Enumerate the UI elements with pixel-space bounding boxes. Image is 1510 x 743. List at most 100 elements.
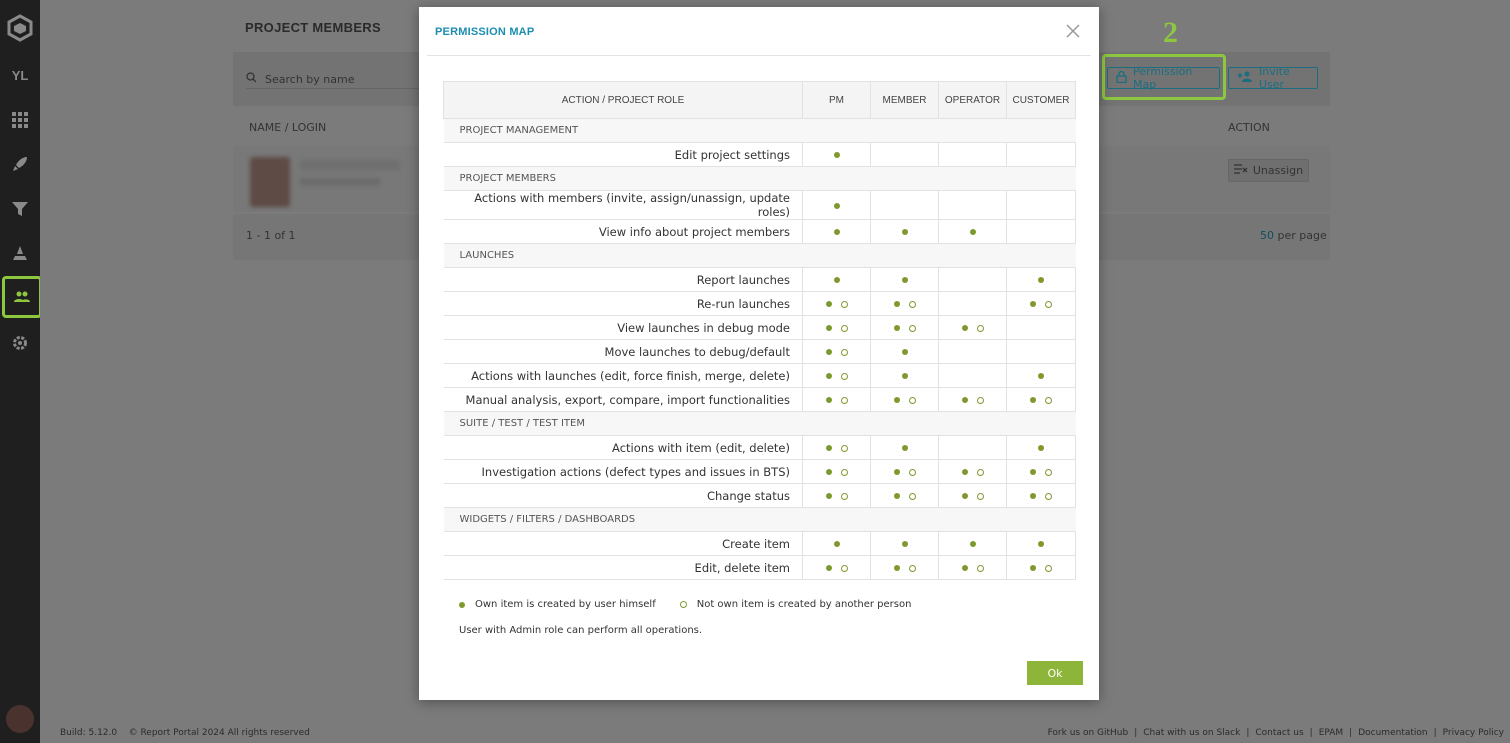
permission-cell-customer	[1006, 459, 1076, 484]
permission-cell-member	[870, 387, 939, 412]
debug-icon[interactable]	[0, 233, 40, 273]
member-login-redacted	[300, 178, 380, 186]
permission-cell-member	[870, 531, 939, 556]
hollow-dot-icon	[908, 492, 916, 500]
column-header-operator: OPERATOR	[938, 81, 1007, 119]
hollow-dot-icon	[840, 444, 848, 452]
permission-cell-member	[870, 339, 939, 364]
permission-cell-pm	[802, 219, 871, 244]
user-avatar[interactable]	[6, 705, 34, 733]
permission-cell-member	[870, 483, 939, 508]
permission-cell-customer	[1006, 291, 1076, 316]
logo-icon[interactable]	[0, 8, 40, 48]
per-page-number[interactable]: 50	[1260, 229, 1274, 242]
filter-icon[interactable]	[0, 189, 40, 229]
invite-user-button[interactable]: Invite User	[1228, 65, 1318, 91]
hollow-dot-icon	[840, 492, 848, 500]
hollow-dot-icon	[908, 324, 916, 332]
permission-map-button[interactable]: Permission Map	[1107, 65, 1220, 91]
column-header-action-role: ACTION / PROJECT ROLE	[443, 81, 803, 119]
table-row: Change status	[443, 483, 1076, 508]
sidebar: YL	[0, 0, 42, 743]
unassign-button[interactable]: Unassign	[1228, 159, 1309, 182]
footer-separator: |	[1246, 728, 1250, 738]
permission-cell-operator	[938, 531, 1007, 556]
modal-title: PERMISSION MAP	[435, 26, 535, 38]
footer-link-github[interactable]: Fork us on GitHub	[1048, 728, 1129, 738]
footer-link-epam[interactable]: EPAM	[1319, 728, 1343, 738]
legend-not-own: Not own item is created by another perso…	[696, 599, 912, 610]
filled-dot-icon	[825, 469, 832, 475]
filled-dot-icon	[833, 541, 840, 547]
footer-link-contact[interactable]: Contact us	[1255, 728, 1303, 738]
dashboard-icon[interactable]	[0, 100, 40, 140]
table-row: Edit, delete item	[443, 555, 1076, 580]
table-row: Create item	[443, 531, 1076, 556]
filled-dot-icon	[893, 565, 900, 571]
section-row: LAUNCHES	[443, 243, 1076, 268]
add-user-icon	[1237, 71, 1253, 85]
footer-link-privacy[interactable]: Privacy Policy	[1443, 728, 1504, 738]
section-label: LAUNCHES	[443, 243, 1076, 268]
search-placeholder: Search by name	[265, 72, 355, 86]
permission-cell-customer	[1006, 190, 1076, 220]
table-row: View info about project members	[443, 219, 1076, 244]
permission-cell-customer	[1006, 435, 1076, 460]
footer-build: Build: 5.12.0 © Report Portal 2024 All r…	[60, 728, 310, 738]
hollow-dot-icon	[976, 468, 984, 476]
permission-cell-operator	[938, 339, 1007, 364]
per-page-selector[interactable]: 50 per page	[1260, 229, 1327, 242]
filled-dot-icon	[833, 202, 840, 209]
filled-dot-icon	[901, 445, 908, 451]
filled-dot-icon	[969, 541, 976, 547]
permission-map-modal: PERMISSION MAP ACTION / PROJECT ROLE PM …	[419, 7, 1099, 700]
avatar	[250, 157, 290, 207]
hollow-dot-icon	[1045, 564, 1052, 572]
section-label: WIDGETS / FILTERS / DASHBOARDS	[443, 507, 1076, 532]
filled-dot-icon	[833, 277, 840, 283]
filled-dot-icon	[833, 152, 840, 158]
filled-dot-icon	[901, 373, 908, 379]
filled-dot-icon	[825, 565, 832, 571]
rocket-icon[interactable]	[0, 144, 40, 184]
permission-cell-member	[870, 315, 939, 340]
hollow-dot-icon	[1045, 468, 1052, 476]
project-initials[interactable]: YL	[0, 55, 40, 95]
filled-dot-icon	[893, 469, 900, 475]
members-icon[interactable]	[2, 276, 42, 318]
settings-icon[interactable]	[0, 323, 40, 363]
section-row: SUITE / TEST / TEST ITEM	[443, 411, 1076, 436]
filled-dot-icon	[893, 397, 900, 403]
footer-link-documentation[interactable]: Documentation	[1358, 728, 1427, 738]
filled-dot-icon	[901, 277, 908, 283]
hollow-dot-icon	[908, 300, 916, 308]
permission-cell-member	[870, 219, 939, 244]
filled-dot-icon	[1030, 469, 1036, 475]
table-row: Investigation actions (defect types and …	[443, 459, 1076, 484]
member-name-redacted	[300, 160, 400, 170]
permission-cell-pm	[802, 315, 871, 340]
table-row: Edit project settings	[443, 142, 1076, 167]
footer-link-slack[interactable]: Chat with us on Slack	[1143, 728, 1240, 738]
filled-dot-icon	[961, 325, 968, 331]
permission-map-label: Permission Map	[1133, 65, 1193, 91]
hollow-dot-icon	[908, 396, 916, 404]
table-row: Actions with members (invite, assign/una…	[443, 190, 1076, 220]
permission-cell-operator	[938, 435, 1007, 460]
ok-button[interactable]: Ok	[1027, 661, 1083, 685]
search-input[interactable]: Search by name	[246, 70, 446, 89]
permission-cell-pm	[802, 459, 871, 484]
permission-cell-operator	[938, 315, 1007, 340]
close-icon[interactable]	[1063, 21, 1083, 41]
footer-separator: |	[1433, 728, 1437, 738]
permission-cell-pm	[802, 483, 871, 508]
hollow-dot-icon	[976, 324, 984, 332]
table-header-row: ACTION / PROJECT ROLE PM MEMBER OPERATOR…	[443, 81, 1076, 119]
permission-cell-customer	[1006, 387, 1076, 412]
permission-cell-operator	[938, 363, 1007, 388]
filled-dot-icon	[1038, 373, 1044, 379]
filled-dot-icon	[825, 301, 832, 307]
unassign-label: Unassign	[1252, 164, 1304, 177]
hollow-dot-icon	[1045, 492, 1052, 500]
permission-cell-pm	[802, 190, 871, 220]
